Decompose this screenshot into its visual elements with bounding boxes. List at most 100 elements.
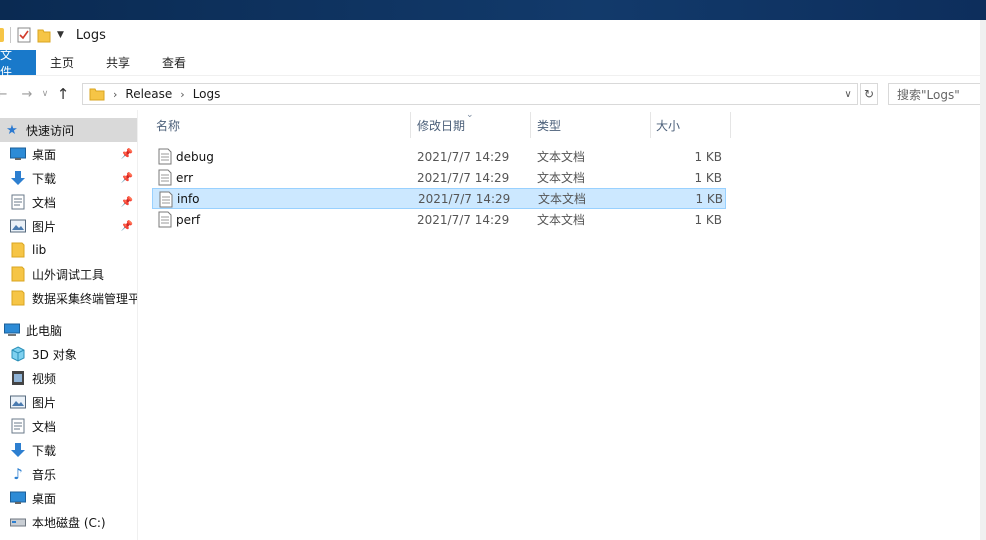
- sidebar-item-data-platform[interactable]: 数据采集终端管理平: [0, 286, 137, 310]
- sidebar-item-pictures[interactable]: 图片 📌: [0, 214, 137, 238]
- folder-icon[interactable]: [0, 28, 4, 42]
- file-name: perf: [176, 212, 201, 227]
- window-top-edge: [0, 0, 986, 20]
- sidebar-item-this-pc[interactable]: 此电脑: [0, 318, 137, 342]
- sidebar-item-debug-tools[interactable]: 山外调试工具: [0, 262, 137, 286]
- breadcrumb-chevron-icon[interactable]: ›: [113, 88, 117, 101]
- sidebar-item-label: 文档: [32, 195, 57, 210]
- column-divider[interactable]: [650, 112, 651, 138]
- new-folder-icon[interactable]: [37, 27, 51, 43]
- ribbon-tabs: 文件 主页 共享 查看: [0, 48, 980, 79]
- tab-file[interactable]: 文件: [0, 48, 36, 79]
- customize-toolbar-chevron-icon[interactable]: ▼: [57, 30, 64, 40]
- vertical-scrollbar[interactable]: [980, 20, 986, 540]
- title-bar: ▼ Logs: [0, 20, 980, 50]
- sidebar-item-desktop-pc[interactable]: 桌面: [0, 486, 137, 510]
- sidebar-item-quick-access[interactable]: ★ 快速访问: [0, 118, 137, 142]
- column-divider[interactable]: [530, 112, 531, 138]
- text-file-icon: [158, 211, 172, 228]
- document-icon: [10, 194, 26, 210]
- text-file-icon: [159, 191, 173, 208]
- file-date-modified: 2021/7/7 14:29: [417, 212, 510, 227]
- folder-icon: [10, 290, 26, 306]
- tab-view[interactable]: 查看: [146, 50, 202, 75]
- column-header-type[interactable]: 类型: [537, 112, 561, 138]
- video-icon: [10, 370, 26, 386]
- file-date-modified: 2021/7/7 14:29: [418, 191, 511, 206]
- column-header-name[interactable]: 名称: [156, 112, 180, 138]
- sidebar-item-label: lib: [32, 243, 47, 257]
- back-arrow-icon[interactable]: ←: [0, 87, 8, 102]
- pin-icon[interactable]: 📌: [121, 173, 133, 184]
- sidebar-item-label: 山外调试工具: [32, 267, 105, 282]
- properties-icon[interactable]: [17, 27, 31, 43]
- breadcrumb-release[interactable]: Release: [125, 87, 172, 101]
- search-input[interactable]: 搜索"Logs": [888, 83, 986, 105]
- sidebar-item-pictures-pc[interactable]: 图片: [0, 390, 137, 414]
- sidebar-item-downloads-pc[interactable]: 下载: [0, 438, 137, 462]
- pin-icon[interactable]: 📌: [121, 221, 133, 232]
- breadcrumb-logs[interactable]: Logs: [193, 87, 221, 101]
- sidebar-item-label: 此电脑: [26, 323, 63, 338]
- sidebar-item-videos[interactable]: 视频: [0, 366, 137, 390]
- recent-locations-chevron-icon[interactable]: ∨: [40, 89, 50, 99]
- sidebar-item-documents-pc[interactable]: 文档: [0, 414, 137, 438]
- file-row-err[interactable]: err 2021/7/7 14:29 文本文档 1 KB: [152, 167, 726, 188]
- column-divider[interactable]: [730, 112, 731, 138]
- breadcrumb-chevron-icon[interactable]: ›: [180, 88, 184, 101]
- sidebar-item-downloads[interactable]: 下载 📌: [0, 166, 137, 190]
- refresh-button[interactable]: ↻: [860, 83, 878, 105]
- forward-arrow-icon[interactable]: →: [18, 87, 36, 102]
- file-row-perf[interactable]: perf 2021/7/7 14:29 文本文档 1 KB: [152, 209, 726, 230]
- star-icon: ★: [6, 122, 18, 138]
- sidebar-item-label: 桌面: [32, 147, 57, 162]
- sidebar-item-3d-objects[interactable]: 3D 对象: [0, 342, 137, 366]
- sidebar-item-label: 图片: [32, 219, 57, 234]
- address-bar[interactable]: › Release › Logs ∨: [82, 83, 858, 105]
- sidebar-item-label: 视频: [32, 371, 57, 386]
- pictures-icon: [10, 218, 26, 234]
- sidebar-item-local-disk-c[interactable]: 本地磁盘 (C:): [0, 510, 137, 534]
- sidebar-item-label: 3D 对象: [32, 347, 77, 362]
- tab-home[interactable]: 主页: [36, 50, 90, 75]
- address-dropdown-icon[interactable]: ∨: [841, 86, 855, 102]
- file-type: 文本文档: [537, 171, 586, 185]
- sidebar-item-label: 图片: [32, 395, 57, 410]
- drive-icon: [10, 514, 26, 530]
- tab-share[interactable]: 共享: [90, 50, 146, 75]
- sidebar-item-label: 下载: [32, 443, 57, 458]
- music-icon: ♪: [13, 465, 23, 483]
- sidebar-item-music[interactable]: ♪ 音乐: [0, 462, 137, 486]
- address-row: ← → ∨ ↑ › Release › Logs ∨ ↻ 搜索"Logs": [0, 80, 986, 108]
- sidebar-item-documents[interactable]: 文档 📌: [0, 190, 137, 214]
- refresh-icon: ↻: [863, 87, 875, 101]
- desktop-icon: [10, 146, 26, 162]
- computer-icon: [4, 322, 20, 338]
- sidebar-item-desktop[interactable]: 桌面 📌: [0, 142, 137, 166]
- pin-icon[interactable]: 📌: [121, 197, 133, 208]
- column-divider[interactable]: [410, 112, 411, 138]
- folder-icon: [89, 87, 105, 101]
- file-name: info: [177, 191, 200, 206]
- file-row-info[interactable]: info 2021/7/7 14:29 文本文档 1 KB: [152, 188, 726, 209]
- column-header-size[interactable]: 大小: [656, 112, 680, 138]
- file-name: debug: [176, 149, 214, 164]
- file-name: err: [176, 170, 194, 185]
- pin-icon[interactable]: 📌: [121, 149, 133, 160]
- file-size: 1 KB: [694, 149, 722, 164]
- column-header-date-modified[interactable]: 修改日期: [417, 112, 465, 138]
- download-icon: [10, 442, 26, 458]
- file-row-debug[interactable]: debug 2021/7/7 14:29 文本文档 1 KB: [152, 146, 726, 167]
- sidebar-item-label: 下载: [32, 171, 57, 186]
- file-size: 1 KB: [694, 212, 722, 227]
- sidebar-item-label: 本地磁盘 (C:): [32, 515, 106, 530]
- navigation-buttons: ← → ∨ ↑: [0, 85, 70, 103]
- file-type: 文本文档: [537, 213, 586, 227]
- file-type: 文本文档: [537, 150, 586, 164]
- download-icon: [10, 170, 26, 186]
- sidebar-item-lib[interactable]: lib: [0, 238, 137, 262]
- 3d-objects-icon: [10, 346, 26, 362]
- sidebar-item-label: 文档: [32, 419, 57, 434]
- up-arrow-icon[interactable]: ↑: [56, 85, 70, 103]
- document-icon: [10, 418, 26, 434]
